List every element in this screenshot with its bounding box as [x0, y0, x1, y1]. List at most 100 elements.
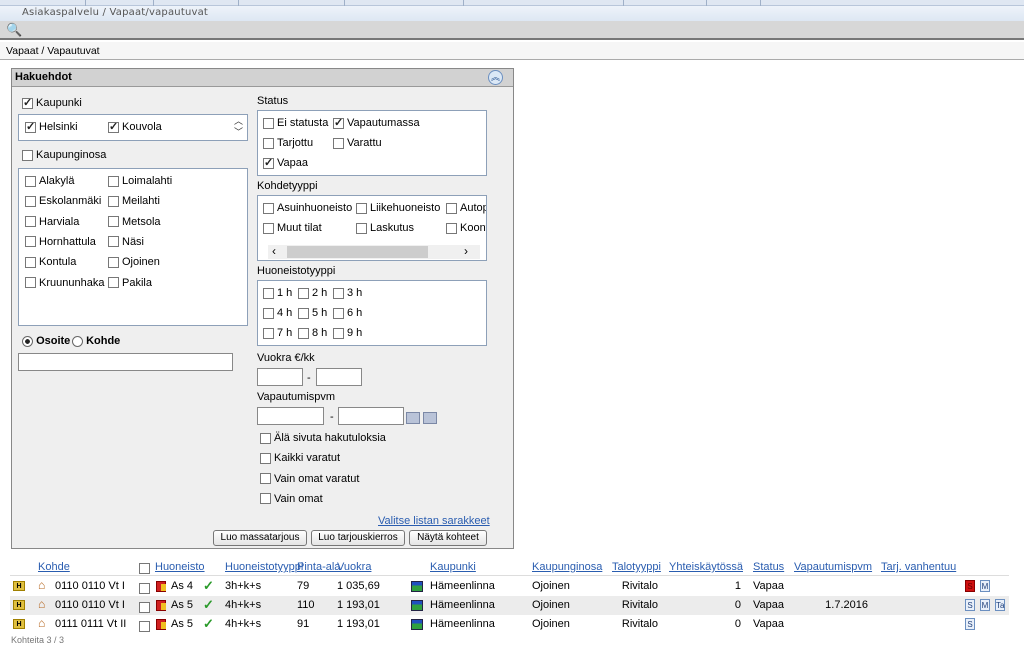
table-row[interactable]: H ⌂ 0110 0110 Vt I As 5 ✓ 4h+k+s 110 1 1… [10, 596, 1009, 615]
kohdetyyppi-option[interactable]: Asuinhuoneisto [263, 202, 352, 214]
checkbox[interactable] [25, 256, 36, 268]
column-header[interactable]: Huoneistotyyppi [225, 561, 303, 573]
checkbox[interactable] [333, 327, 344, 339]
select-all-checkbox[interactable] [139, 562, 150, 574]
row-checkbox[interactable] [139, 601, 150, 613]
collapse-icon[interactable]: ︽ [488, 70, 503, 85]
checkbox[interactable] [260, 493, 271, 505]
kaupunginosa-option[interactable]: Pakila [108, 277, 152, 289]
huoneistotyyppi-option[interactable]: 6 h [333, 307, 362, 319]
list-scroll-arrows[interactable]: ︿ ﹀ [234, 116, 243, 138]
column-header[interactable]: Pinta-ala [297, 561, 340, 573]
checkbox[interactable] [22, 96, 33, 109]
checkbox[interactable] [333, 307, 344, 319]
kaupunginosa-option[interactable]: Harviala [25, 216, 79, 228]
checkbox[interactable] [356, 222, 367, 234]
building-icon[interactable]: H [13, 600, 25, 610]
radio-selected[interactable] [22, 335, 33, 347]
checkbox[interactable] [260, 452, 271, 464]
checkbox[interactable] [108, 216, 119, 228]
status-option[interactable]: Varattu [333, 137, 382, 149]
column-header[interactable]: Status [753, 561, 784, 573]
checkbox[interactable] [333, 137, 344, 149]
kohdetyyppi-option[interactable]: Laskutus [356, 222, 414, 234]
kaupunginosa-option[interactable]: Kruununhaka [25, 277, 104, 289]
rent-edit-icon[interactable] [411, 619, 423, 630]
checkbox[interactable] [356, 202, 367, 214]
building-icon[interactable]: H [13, 619, 25, 629]
calendar-icon[interactable] [406, 412, 420, 424]
checkbox[interactable] [298, 327, 309, 339]
checkbox[interactable] [22, 149, 33, 161]
column-header[interactable]: Vapautumispvm [794, 561, 872, 573]
checkbox[interactable] [108, 277, 119, 289]
mass-offer-button[interactable]: Luo massatarjous [213, 530, 307, 546]
kaupunginosa-option[interactable]: Hornhattula [25, 236, 96, 248]
checkbox[interactable] [260, 432, 271, 444]
kohde-cell[interactable]: 0111 0111 Vt II [55, 618, 126, 630]
kaupunginosa-option[interactable]: Meilahti [108, 195, 160, 207]
kaupunginosa-option[interactable]: Kontula [25, 256, 76, 268]
kohdetyyppi-option[interactable]: Liikehuoneisto [356, 202, 440, 214]
choose-columns-link[interactable]: Valitse listan sarakkeet [378, 515, 490, 527]
checkbox[interactable] [263, 327, 274, 339]
checkbox[interactable] [25, 120, 36, 133]
doc-m-icon[interactable]: M [980, 599, 990, 611]
table-row[interactable]: H ⌂ 0110 0110 Vt I As 4 ✓ 3h+k+s 79 1 03… [10, 577, 1009, 596]
kaupunginosa-checkbox[interactable]: Kaupunginosa [22, 149, 106, 161]
checkbox[interactable] [108, 175, 119, 187]
column-header[interactable]: Kaupunki [430, 561, 476, 573]
row-checkbox[interactable] [139, 582, 150, 594]
checkbox[interactable] [446, 202, 457, 214]
huoneisto-cell[interactable]: As 4 [171, 580, 193, 592]
scroll-left-icon[interactable]: ‹ [272, 244, 276, 258]
search-icon[interactable]: 🔍 [6, 22, 22, 38]
radio-kohde[interactable]: Kohde [72, 335, 120, 347]
status-option[interactable]: Tarjottu [263, 137, 313, 149]
column-header[interactable]: Huoneisto [155, 561, 205, 573]
date-to-input[interactable] [338, 407, 404, 425]
kohde-cell[interactable]: 0110 0110 Vt I [55, 580, 125, 592]
calendar-icon[interactable] [423, 412, 437, 424]
doc-s-icon[interactable]: S [965, 618, 975, 630]
checkbox[interactable] [25, 216, 36, 228]
kaupunginosa-option[interactable]: Loimalahti [108, 175, 172, 187]
kohdetyyppi-option[interactable]: Koont [446, 222, 486, 234]
huoneistotyyppi-option[interactable]: 8 h [298, 327, 327, 339]
checkbox[interactable] [25, 195, 36, 207]
doc-s-icon[interactable]: S [965, 580, 975, 592]
option-helsinki[interactable]: Helsinki [25, 120, 78, 133]
kohdetyyppi-option[interactable]: Muut tilat [263, 222, 322, 234]
checkbox[interactable] [25, 236, 36, 248]
scroll-right-icon[interactable]: › [464, 244, 468, 258]
table-row[interactable]: H ⌂ 0111 0111 Vt II As 5 ✓ 4h+k+s 91 1 1… [10, 615, 1009, 634]
checkbox[interactable] [25, 175, 36, 187]
kohdetyyppi-option[interactable]: Autop [446, 202, 486, 214]
checkbox[interactable] [263, 156, 274, 169]
column-header[interactable]: Yhteiskäytössä [669, 561, 743, 573]
address-input[interactable] [18, 353, 233, 371]
radio-osoite[interactable]: Osoite [22, 335, 70, 347]
rent-edit-icon[interactable] [411, 600, 423, 611]
huoneistotyyppi-option[interactable]: 2 h [298, 287, 327, 299]
checkbox[interactable] [108, 236, 119, 248]
checkbox[interactable] [263, 117, 274, 129]
search-option[interactable]: Älä sivuta hakutuloksia [260, 432, 386, 444]
checkbox[interactable] [260, 473, 271, 485]
kaupunginosa-option[interactable]: Ojoinen [108, 256, 160, 268]
huoneisto-cell[interactable]: As 5 [171, 618, 193, 630]
checkbox[interactable] [263, 202, 274, 214]
doc-ta-icon[interactable]: Ta [995, 599, 1005, 611]
checkbox[interactable] [333, 116, 344, 129]
column-header[interactable]: Kaupunginosa [532, 561, 602, 573]
checkbox[interactable] [108, 195, 119, 207]
checkbox[interactable] [263, 222, 274, 234]
doc-s-icon[interactable]: S [965, 599, 975, 611]
row-checkbox[interactable] [139, 620, 150, 632]
huoneistotyyppi-option[interactable]: 4 h [263, 307, 292, 319]
kohde-cell[interactable]: 0110 0110 Vt I [55, 599, 125, 611]
kaupunginosa-option[interactable]: Eskolanmäki [25, 195, 101, 207]
date-from-input[interactable] [257, 407, 324, 425]
huoneistotyyppi-option[interactable]: 7 h [263, 327, 292, 339]
checkbox[interactable] [298, 307, 309, 319]
